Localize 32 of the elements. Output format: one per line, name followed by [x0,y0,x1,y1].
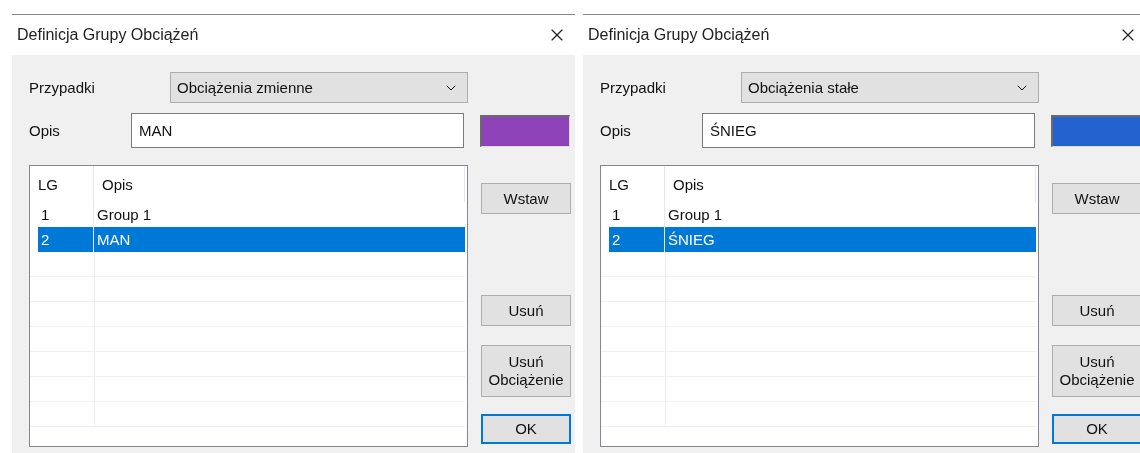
field-label: Opis [29,122,61,139]
case-dropdown[interactable]: Obciążenia stałe [741,72,1039,103]
dialog-button[interactable]: Usuń [1052,295,1140,326]
field-label: Przypadki [600,79,667,96]
color-swatch[interactable] [1051,114,1140,147]
dialog-button[interactable]: OK [481,414,571,444]
dialog-button[interactable]: Wstaw [1052,183,1140,214]
case-dropdown[interactable]: Obciążenia zmienne [170,72,468,103]
window-title: Definicja Grupy Obciążeń [588,26,770,44]
table-cell-text: MAN [96,230,132,250]
window-title: Definicja Grupy Obciążeń [17,26,199,44]
dialog-button[interactable]: Usuń Obciążenie [1052,345,1140,397]
list-row[interactable]: 2 ŚNIEG [609,227,1036,252]
color-swatch[interactable] [480,114,570,147]
field-label: Opis [600,122,632,139]
dialog-button[interactable]: Usuń [481,295,571,326]
column-header[interactable]: LG [30,166,94,202]
input-field[interactable]: MAN [131,113,464,148]
dialog-button[interactable]: OK [1052,414,1140,444]
table-cell: 2 [38,227,94,252]
field-label: Przypadki [29,79,96,96]
table-cell-text: Group 1 [667,205,724,225]
column-header[interactable]: Opis [665,166,1036,202]
table-cell-text: Group 1 [96,205,153,225]
input-field[interactable]: ŚNIEG [702,113,1035,148]
table-cell: 2 [609,227,665,252]
table-cell-text: ŚNIEG [667,230,716,250]
dialog-button[interactable]: Usuń Obciążenie [481,345,571,397]
list-row[interactable]: 2 MAN [38,227,465,252]
dialog-button[interactable]: Wstaw [481,183,571,214]
column-header[interactable]: LG [601,166,665,202]
column-header[interactable]: Opis [94,166,465,202]
